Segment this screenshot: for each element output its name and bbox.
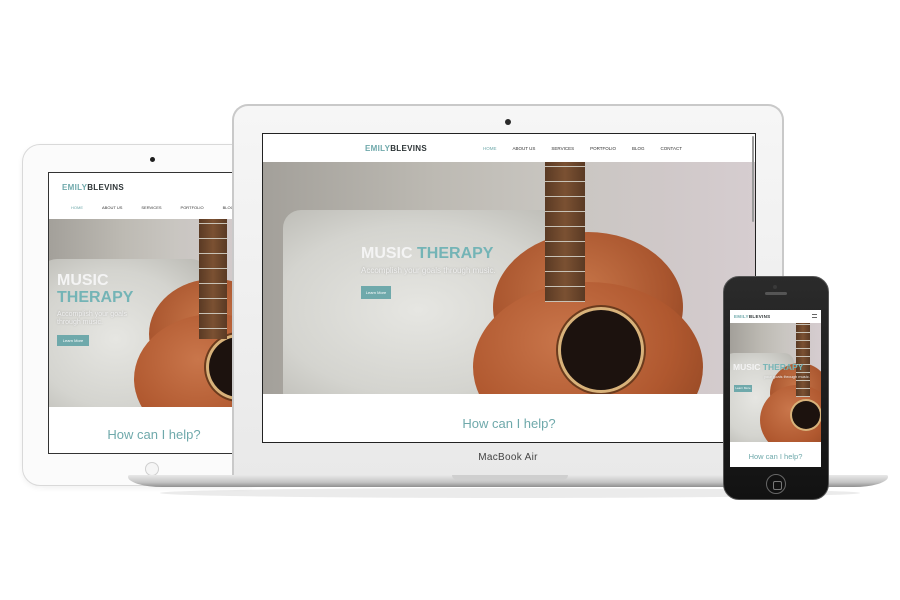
hero-photo	[263, 162, 755, 394]
main-nav: HOME ABOUT US SERVICES PORTFOLIO BLOG CO…	[483, 146, 682, 151]
site-logo[interactable]: EMILYBLEVINS	[62, 183, 124, 192]
learn-more-button[interactable]: Learn More	[734, 385, 752, 392]
hero-title: MUSIC THERAPY	[57, 272, 134, 306]
hero-subtitle: your goals through music.	[764, 374, 810, 379]
logo-last-name: BLEVINS	[87, 183, 124, 192]
logo-first-name: EMILY	[365, 144, 391, 153]
macbook-camera	[505, 119, 511, 125]
logo-last-name: BLEVINS	[748, 314, 771, 319]
macbook-label: MacBook Air	[478, 452, 538, 463]
iphone-home-button	[766, 474, 786, 494]
hero-section: MUSIC THERAPY Accomplish your goals thro…	[49, 219, 259, 407]
iphone-speaker	[765, 292, 787, 295]
nav-about-us[interactable]: ABOUT US	[513, 146, 536, 151]
ipad-home-button	[145, 462, 159, 476]
nav-contact[interactable]: CONTACT	[661, 146, 682, 151]
nav-about-us[interactable]: ABOUT US	[102, 205, 122, 210]
hero-title: MUSIC THERAPY	[361, 245, 494, 262]
scrollbar[interactable]	[752, 136, 754, 222]
nav-home[interactable]: HOME	[71, 205, 83, 210]
macbook-website: EMILYBLEVINS HOME ABOUT US SERVICES PORT…	[262, 133, 756, 443]
ipad-camera	[150, 157, 155, 162]
logo-first-name: EMILY	[734, 314, 749, 319]
help-heading: How can I help?	[107, 427, 201, 442]
site-logo[interactable]: EMILYBLEVINS	[734, 314, 770, 319]
iphone-camera	[773, 285, 777, 289]
hero-subtitle: Accomplish your goals through music.	[57, 311, 128, 326]
logo-first-name: EMILY	[62, 183, 88, 192]
nav-services[interactable]: SERVICES	[141, 205, 161, 210]
logo-last-name: BLEVINS	[390, 144, 427, 153]
main-nav: HOME ABOUT US SERVICES PORTFOLIO BLOG CO	[71, 205, 259, 210]
macbook-hinge-notch	[452, 475, 568, 480]
hero-section: MUSIC THERAPY your goals through music. …	[730, 323, 821, 442]
hero-photo	[730, 323, 821, 442]
site-logo[interactable]: EMILYBLEVINS	[365, 144, 427, 153]
nav-blog[interactable]: BLOG	[632, 146, 645, 151]
learn-more-button[interactable]: Learn More	[361, 286, 391, 299]
hero-subtitle: Accomplish your goals through music.	[361, 266, 496, 275]
iphone-website: EMILYBLEVINS MUSIC THERAPY your goals th…	[730, 310, 821, 467]
nav-home[interactable]: HOME	[483, 146, 497, 151]
nav-portfolio[interactable]: PORTFOLIO	[181, 205, 204, 210]
ipad-website: EMILYBLEVINS HOME ABOUT US SERVICES PORT…	[48, 172, 260, 454]
learn-more-button[interactable]: Learn More	[57, 335, 89, 346]
nav-services[interactable]: SERVICES	[551, 146, 574, 151]
help-heading: How can I help?	[748, 452, 803, 461]
hero-section: MUSIC THERAPY Accomplish your goals thro…	[263, 162, 755, 394]
nav-portfolio[interactable]: PORTFOLIO	[590, 146, 616, 151]
hamburger-menu-icon[interactable]	[812, 314, 817, 318]
help-heading: How can I help?	[462, 416, 556, 431]
hero-title: MUSIC THERAPY	[733, 362, 804, 372]
